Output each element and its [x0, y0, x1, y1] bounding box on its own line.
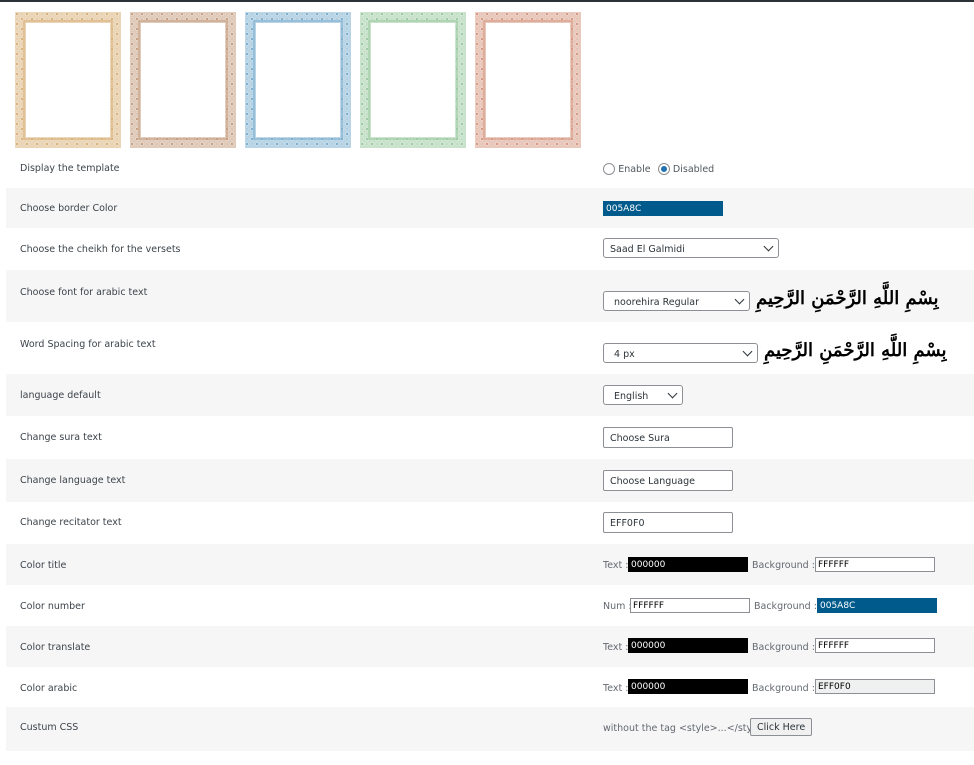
color-arabic-text-label: Text : [603, 683, 629, 694]
color-number-bg-label: Background : [754, 601, 817, 612]
word-spacing-select-value: 4 px [614, 349, 635, 360]
frame-rose[interactable] [475, 12, 581, 148]
cheikh-select-value: Saad El Galmidi [610, 244, 685, 255]
arabic-font-label: Choose font for arabic text [20, 287, 148, 298]
color-title-label: Color title [20, 560, 67, 571]
frame-content-area [256, 23, 340, 137]
display-template-radio-group: Enable Disabled [603, 163, 718, 175]
language-default-select[interactable]: English [603, 385, 683, 405]
sura-text-label: Change sura text [20, 432, 102, 443]
row-color-title: Color title Text : 000000 Background : F… [6, 544, 974, 585]
top-border-line [0, 0, 974, 2]
word-spacing-select[interactable]: 4 px [603, 343, 758, 363]
row-display-template: Display the template Enable Disabled [6, 148, 974, 188]
language-default-label: language default [20, 390, 101, 401]
color-translate-text-label: Text : [603, 642, 629, 653]
color-number-num-label: Num : [603, 601, 632, 612]
chevron-down-icon [734, 294, 745, 305]
color-title-bg-input[interactable]: FFFFFF [815, 557, 935, 572]
frame-content-area [141, 23, 225, 137]
cheikh-select[interactable]: Saad El Galmidi [603, 238, 779, 258]
row-language-default: language default English [6, 374, 974, 416]
row-sura-text: Change sura text Choose Sura [6, 416, 974, 459]
language-text-label: Change language text [20, 475, 126, 486]
row-custom-css: Custum CSS without the tag <style>...</s… [6, 707, 974, 751]
color-arabic-text-input[interactable]: 000000 [628, 679, 748, 694]
enable-radio-label[interactable]: Enable [618, 164, 650, 175]
color-translate-bg-label: Background : [752, 642, 815, 653]
recitator-text-input[interactable]: EFF0F0 [603, 512, 733, 533]
disabled-radio[interactable] [657, 163, 670, 175]
color-arabic-bg-input[interactable]: EFF0F0 [815, 679, 935, 694]
custom-css-label: Custum CSS [20, 722, 79, 733]
color-arabic-label: Color arabic [20, 683, 78, 694]
row-cheikh: Choose the cheikh for the versets Saad E… [6, 228, 974, 270]
disabled-radio-label[interactable]: Disabled [673, 164, 714, 175]
row-recitator-text: Change recitator text EFF0F0 [6, 502, 974, 544]
color-title-bg-label: Background : [752, 560, 815, 571]
enable-radio[interactable] [603, 163, 615, 175]
frame-green[interactable] [360, 12, 466, 148]
sura-text-input[interactable]: Choose Sura [603, 427, 733, 448]
color-title-text-input[interactable]: 000000 [628, 557, 748, 572]
row-color-number: Color number Num : FFFFFF Background : 0… [6, 585, 974, 626]
frame-content-area [26, 23, 110, 137]
display-template-label: Display the template [20, 163, 120, 174]
frame-content-area [371, 23, 455, 137]
color-arabic-bg-label: Background : [752, 683, 815, 694]
chevron-down-icon [742, 346, 753, 357]
color-number-bg-input[interactable]: 005A8C [817, 598, 937, 613]
row-language-text: Change language text Choose Language [6, 459, 974, 502]
language-default-select-value: English [614, 391, 649, 402]
color-title-text-label: Text : [603, 560, 629, 571]
word-spacing-label: Word Spacing for arabic text [20, 339, 156, 350]
color-number-label: Color number [20, 601, 85, 612]
recitator-text-label: Change recitator text [20, 517, 122, 528]
border-color-label: Choose border Color [20, 203, 118, 214]
chevron-down-icon [763, 241, 774, 252]
frame-blue[interactable] [245, 12, 351, 148]
row-word-spacing: Word Spacing for arabic text 4 px بِسْمِ… [6, 322, 974, 374]
row-color-translate: Color translate Text : 000000 Background… [6, 626, 974, 667]
row-arabic-font: Choose font for arabic text noorehira Re… [6, 270, 974, 322]
custom-css-button[interactable]: Click Here [750, 718, 813, 736]
arabic-font-select[interactable]: noorehira Regular [603, 291, 750, 311]
color-translate-label: Color translate [20, 642, 91, 653]
chevron-down-icon [667, 388, 678, 399]
color-translate-text-input[interactable]: 000000 [628, 638, 748, 653]
row-color-arabic: Color arabic Text : 000000 Background : … [6, 667, 974, 707]
arabic-font-preview: بِسْمِ اللَّهِ الرَّحْمَنِ الرَّحِيمِ [756, 288, 939, 309]
language-text-input[interactable]: Choose Language [603, 470, 733, 491]
row-border-color: Choose border Color 005A8C [6, 188, 974, 228]
frame-content-area [486, 23, 570, 137]
color-translate-bg-input[interactable]: FFFFFF [815, 638, 935, 653]
arabic-font-select-value: noorehira Regular [614, 297, 700, 308]
custom-css-hint: without the tag <style>...</style> [603, 723, 769, 734]
frame-gold[interactable] [15, 12, 121, 148]
border-color-input[interactable]: 005A8C [603, 201, 723, 216]
frame-brown[interactable] [130, 12, 236, 148]
cheikh-label: Choose the cheikh for the versets [20, 244, 181, 255]
word-spacing-preview: بِسْمِ اللَّهِ الرَّحْمَنِ الرَّحِيمِ [764, 340, 947, 361]
color-number-num-input[interactable]: FFFFFF [630, 598, 750, 613]
